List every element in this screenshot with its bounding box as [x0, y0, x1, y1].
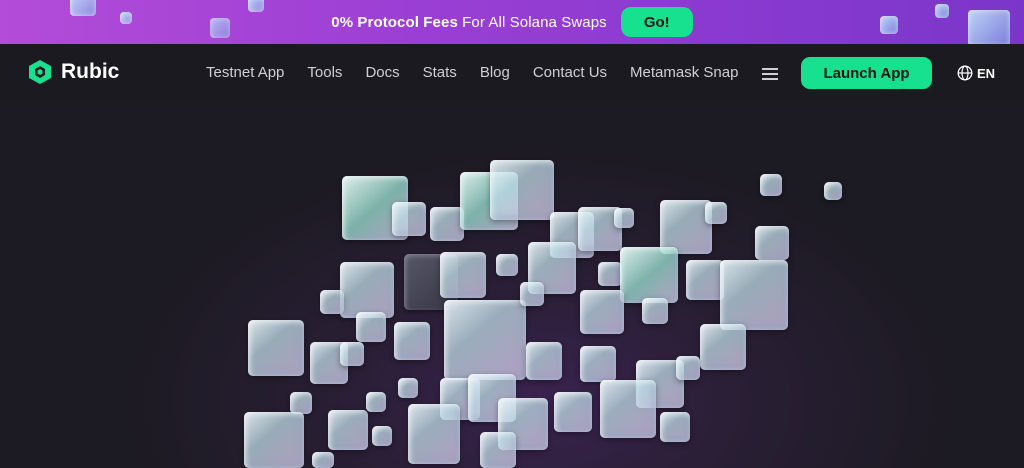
hero-cube [340, 342, 364, 366]
promo-banner: 0% Protocol Fees For All Solana Swaps Go… [0, 0, 1024, 44]
promo-go-button[interactable]: Go! [620, 7, 693, 37]
nav-link-metamask-snap[interactable]: Metamask Snap [630, 64, 738, 81]
hero-cube [580, 290, 624, 334]
hero-cube [660, 412, 690, 442]
hero-cube [720, 260, 788, 330]
hero-cube [312, 452, 334, 468]
hero-cube [244, 412, 304, 468]
hero-cube [392, 202, 426, 236]
hero-cube [760, 174, 782, 196]
hero-cube [480, 432, 516, 468]
nav-link-blog[interactable]: Blog [480, 64, 510, 81]
promo-cube-decoration [935, 4, 949, 18]
hero-cube [642, 298, 668, 324]
hero-cube [248, 320, 304, 376]
menu-icon[interactable] [762, 68, 778, 80]
hero-cube [394, 322, 430, 360]
globe-icon [957, 65, 973, 81]
promo-cube-decoration [968, 10, 1010, 44]
nav-link-testnet-app[interactable]: Testnet App [206, 64, 284, 81]
hero-cube [526, 342, 562, 380]
hero-cube [320, 290, 344, 314]
hero-cube [328, 410, 368, 450]
hero-cube [676, 356, 700, 380]
hero-cube [614, 208, 634, 228]
hero-cube [600, 380, 656, 438]
hero-cube [686, 260, 724, 300]
hero-cube [356, 312, 386, 342]
hero-cube [430, 207, 464, 241]
hero-cube [520, 282, 544, 306]
hero-cube [700, 324, 746, 370]
launch-app-button[interactable]: Launch App [801, 57, 932, 89]
hero-cube [340, 262, 394, 318]
promo-cube-decoration [120, 12, 132, 24]
hero-cube [398, 378, 418, 398]
nav-link-docs[interactable]: Docs [365, 64, 399, 81]
hero-cube [824, 182, 842, 200]
promo-text: 0% Protocol Fees For All Solana Swaps [331, 14, 607, 31]
hero-cube [444, 300, 526, 380]
hero-cube [408, 404, 460, 464]
hero-cube [372, 426, 392, 446]
hero-cube [598, 262, 622, 286]
top-nav: Rubic Testnet App Tools Docs Stats Blog … [0, 44, 1024, 102]
hero-cube [490, 160, 554, 220]
hero-cube [366, 392, 386, 412]
nav-link-stats[interactable]: Stats [423, 64, 457, 81]
promo-cube-decoration [210, 18, 230, 38]
promo-cube-decoration [880, 16, 898, 34]
nav-link-contact-us[interactable]: Contact Us [533, 64, 607, 81]
hero-cube [705, 202, 727, 224]
hero-cube [440, 252, 486, 298]
language-selector[interactable]: EN [957, 65, 995, 81]
language-label: EN [977, 65, 996, 81]
nav-link-tools[interactable]: Tools [307, 64, 342, 81]
hero-illustration [0, 102, 1024, 468]
hero-cube [290, 392, 312, 414]
hero-cube [554, 392, 592, 432]
brand-name: Rubic [61, 60, 120, 83]
promo-highlight: 0% Protocol Fees [331, 13, 458, 31]
brand-logo[interactable]: Rubic [26, 58, 119, 86]
promo-cube-decoration [70, 0, 96, 16]
hero-cube [755, 226, 789, 260]
hero-cube [580, 346, 616, 382]
promo-cube-decoration [248, 0, 264, 12]
nav-links: Testnet App Tools Docs Stats Blog Contac… [206, 64, 761, 81]
hero-cube [496, 254, 518, 276]
rubic-logo-icon [29, 60, 51, 84]
promo-subtext: For All Solana Swaps [462, 13, 607, 31]
hero-cube [620, 247, 678, 303]
